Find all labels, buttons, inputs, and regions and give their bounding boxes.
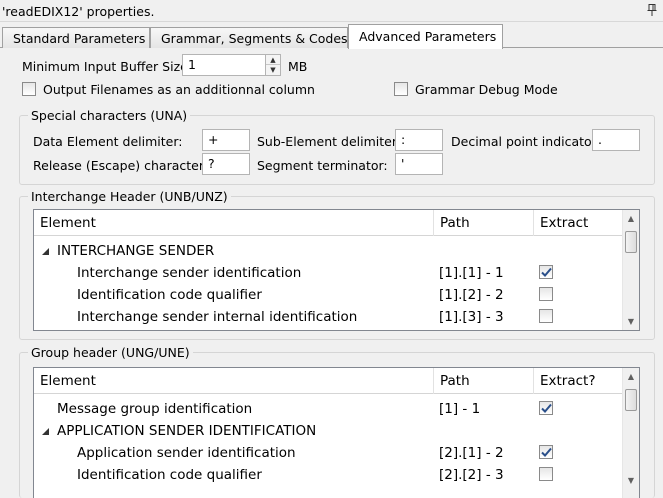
checkmark-icon xyxy=(541,403,552,413)
pin-icon[interactable] xyxy=(647,4,657,16)
output-filenames-label: Output Filenames as an additionnal colum… xyxy=(43,82,315,97)
tree-row[interactable]: Identification code qualifier [1].[2] - … xyxy=(34,284,622,306)
interchange-tree-header: Element Path Extract xyxy=(34,210,622,236)
grammar-debug-label: Grammar Debug Mode xyxy=(415,82,558,97)
data-element-delimiter-label: Data Element delimiter: xyxy=(33,134,183,149)
tree-row[interactable]: INTERCHANGE SENDER xyxy=(34,240,622,262)
sub-element-delimiter-label: Sub-Element delimiter: xyxy=(257,134,401,149)
segment-terminator-input[interactable]: ' xyxy=(395,153,443,175)
tree-row[interactable]: APPLICATION SENDER IDENTIFICATION xyxy=(34,420,622,442)
min-buffer-spinner[interactable]: ▲ ▼ xyxy=(265,54,281,76)
special-characters-title: Special characters (UNA) xyxy=(28,108,191,123)
tree-row[interactable]: Application sender identification [2].[1… xyxy=(34,442,622,464)
column-header-path[interactable]: Path xyxy=(434,368,534,394)
tree-row[interactable]: Message group identification [1] - 1 xyxy=(34,398,622,420)
tab-standard-parameters[interactable]: Standard Parameters xyxy=(2,27,150,49)
sub-element-delimiter-input[interactable]: : xyxy=(395,129,443,151)
window-title-bar: 'readEDIX12' properties. xyxy=(0,0,663,22)
column-header-extract[interactable]: Extract xyxy=(534,210,622,236)
scroll-up-icon[interactable]: ▲ xyxy=(623,368,639,385)
checkmark-icon xyxy=(541,267,552,277)
tree-row[interactable]: Interchange sender internal identificati… xyxy=(34,306,622,330)
segment-terminator-label: Segment terminator: xyxy=(257,158,388,173)
tree-row[interactable]: Interchange sender identification [1].[1… xyxy=(34,262,622,284)
spin-up-icon[interactable]: ▲ xyxy=(266,55,280,65)
extract-checkbox[interactable] xyxy=(539,309,553,323)
release-character-label: Release (Escape) character: xyxy=(33,158,208,173)
scroll-down-icon[interactable]: ▼ xyxy=(623,472,639,489)
tab-grammar-segments-codes[interactable]: Grammar, Segments & Codes xyxy=(150,27,348,49)
window-title: 'readEDIX12' properties. xyxy=(2,4,155,19)
special-characters-group xyxy=(19,115,655,185)
expanded-triangle-icon[interactable] xyxy=(42,428,49,435)
scroll-up-icon[interactable]: ▲ xyxy=(623,210,639,227)
tab-advanced-parameters[interactable]: Advanced Parameters xyxy=(348,24,503,49)
scroll-thumb[interactable] xyxy=(625,231,637,253)
decimal-point-input[interactable]: . xyxy=(592,129,640,151)
extract-checkbox[interactable] xyxy=(539,265,553,279)
group-header-scrollbar[interactable]: ▲ ▼ xyxy=(622,368,639,498)
scroll-thumb[interactable] xyxy=(625,389,637,411)
checkmark-icon xyxy=(541,447,552,457)
extract-checkbox[interactable] xyxy=(539,445,553,459)
scroll-down-icon[interactable]: ▼ xyxy=(623,313,639,330)
extract-checkbox[interactable] xyxy=(539,287,553,301)
tab-strip: Standard Parameters Grammar, Segments & … xyxy=(0,24,663,49)
column-header-element[interactable]: Element xyxy=(34,368,434,394)
spin-down-icon[interactable]: ▼ xyxy=(266,65,280,75)
release-character-input[interactable]: ? xyxy=(202,153,250,175)
min-buffer-label: Minimum Input Buffer Size: xyxy=(22,59,193,74)
column-header-element[interactable]: Element xyxy=(34,210,434,236)
grammar-debug-checkbox[interactable] xyxy=(394,82,408,96)
group-header-tree-header: Element Path Extract? xyxy=(34,368,622,394)
column-header-extract[interactable]: Extract? xyxy=(534,368,622,394)
interchange-scrollbar[interactable]: ▲ ▼ xyxy=(622,210,639,330)
tree-row[interactable]: Identification code qualifier [2].[2] - … xyxy=(34,464,622,486)
min-buffer-unit: MB xyxy=(288,59,308,74)
extract-checkbox[interactable] xyxy=(539,401,553,415)
column-header-path[interactable]: Path xyxy=(434,210,534,236)
interchange-tree[interactable]: Element Path Extract INTERCHANGE SENDER … xyxy=(33,209,640,331)
expanded-triangle-icon[interactable] xyxy=(42,248,49,255)
group-header-title: Group header (UNG/UNE) xyxy=(28,345,193,360)
extract-checkbox[interactable] xyxy=(539,467,553,481)
group-header-tree[interactable]: Element Path Extract? Message group iden… xyxy=(33,367,640,498)
data-element-delimiter-input[interactable]: + xyxy=(202,129,250,151)
interchange-header-title: Interchange Header (UNB/UNZ) xyxy=(28,189,231,204)
output-filenames-checkbox[interactable] xyxy=(22,82,36,96)
decimal-point-label: Decimal point indicator: xyxy=(451,134,601,149)
min-buffer-input[interactable]: 1 xyxy=(182,54,266,76)
